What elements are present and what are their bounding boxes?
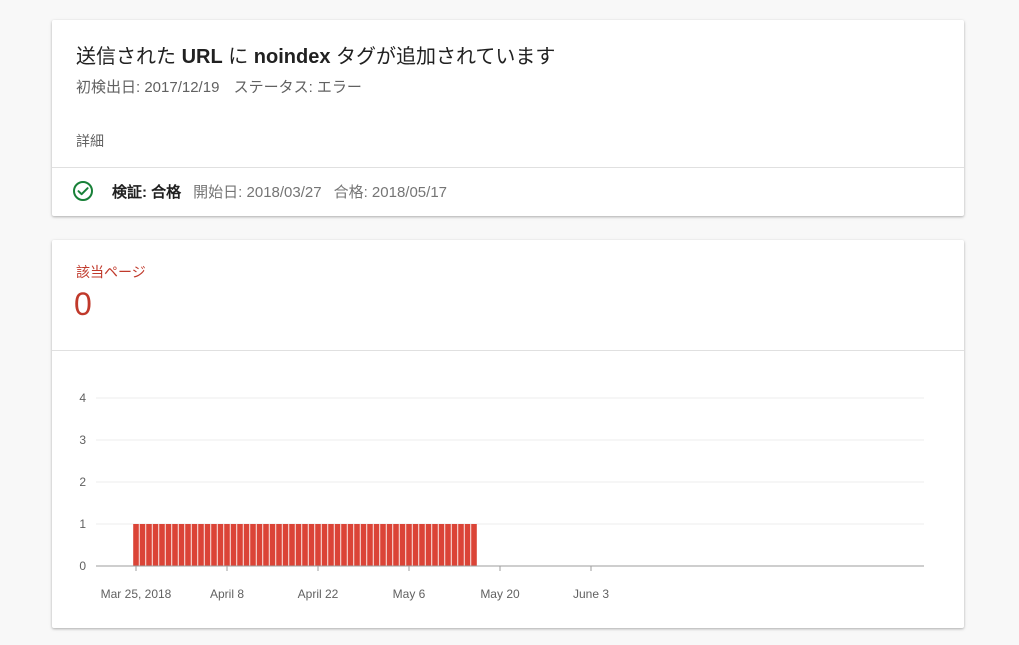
chart-bar[interactable] (198, 524, 204, 566)
y-tick-label: 2 (79, 475, 86, 489)
first-detected: 初検出日: 2017/12/19 (76, 79, 220, 96)
check-circle-icon (72, 180, 94, 202)
chart-bar[interactable] (386, 524, 393, 566)
affected-pages-label: 該当ページ (76, 264, 146, 280)
chart-bar[interactable] (347, 524, 354, 566)
chart-bar[interactable] (224, 524, 230, 566)
validation-label: 検証: 合格 (112, 183, 182, 201)
issue-title-suffix: タグが追加されています (330, 46, 556, 68)
chart-bar[interactable] (295, 524, 302, 566)
y-tick-label: 4 (79, 391, 86, 405)
chart-bar[interactable] (445, 524, 451, 566)
validation-row: 検証: 合格 開始日: 2018/03/27 合格: 2018/05/17 (72, 180, 447, 202)
chart-bar[interactable] (133, 524, 139, 566)
chart-bar[interactable] (276, 524, 282, 566)
y-tick-label: 1 (79, 517, 86, 531)
validation-passed-date: 合格: 2018/05/17 (333, 183, 448, 201)
chart-bar[interactable] (341, 524, 347, 566)
chart-bar[interactable] (282, 524, 289, 566)
issue-title-url: URL (181, 46, 223, 68)
chart-bar[interactable] (172, 524, 178, 566)
chart-bar[interactable] (393, 524, 399, 566)
issue-meta: 初検出日: 2017/12/19 ステータス: エラー (76, 76, 362, 97)
x-tick-label: June 3 (573, 587, 609, 601)
chart-bar[interactable] (406, 524, 412, 566)
y-tick-label: 3 (79, 433, 86, 447)
chart-bar[interactable] (321, 524, 328, 566)
chart-bar[interactable] (373, 524, 380, 566)
chart-bar[interactable] (464, 524, 471, 566)
x-tick-label: April 22 (298, 587, 339, 601)
chart-bar[interactable] (354, 524, 360, 566)
chart-bar[interactable] (419, 524, 425, 566)
chart-bar[interactable] (256, 524, 263, 566)
x-tick-label: April 8 (210, 587, 244, 601)
chart-bar[interactable] (165, 524, 172, 566)
chart-bar[interactable] (289, 524, 295, 566)
chart-bar[interactable] (178, 524, 185, 566)
chart-bar[interactable] (185, 524, 191, 566)
chart-bar[interactable] (451, 524, 458, 566)
issue-title: 送信された URL に noindex タグが追加されています (76, 40, 555, 69)
chart-bar[interactable] (360, 524, 367, 566)
chart-bar[interactable] (230, 524, 237, 566)
chart-bar[interactable] (204, 524, 211, 566)
chart-bar[interactable] (146, 524, 152, 566)
validation-start-date: 開始日: 2018/03/27 (193, 183, 322, 201)
affected-pages-count: 0 (74, 286, 92, 322)
chart-bar[interactable] (237, 524, 243, 566)
issue-title-prefix: 送信された (76, 46, 182, 68)
chart-bar[interactable] (217, 524, 224, 566)
issue-status: ステータス: エラー (233, 79, 362, 96)
chart-bar[interactable] (380, 524, 386, 566)
issue-title-noindex: noindex (253, 46, 331, 68)
x-tick-label: May 6 (393, 587, 426, 601)
chart-bar[interactable] (243, 524, 250, 566)
affected-pages-chart: 0 1 2 3 4 Mar 25, 2018 April 8 April 22 May 6 May… (79, 391, 924, 601)
chart-bar[interactable] (191, 524, 198, 566)
chart-bar[interactable] (458, 524, 464, 566)
chart-bar[interactable] (302, 524, 308, 566)
chart-bar[interactable] (139, 524, 146, 566)
x-tick-label: May 20 (480, 587, 520, 601)
issue-title-mid: に (222, 46, 254, 68)
chart-bar[interactable] (399, 524, 406, 566)
chart-bar[interactable] (269, 524, 276, 566)
affected-pages-card: 該当ページ 0 0 1 2 3 4 Mar 25, 2018 April 8 April 22… (52, 240, 964, 628)
chart-bar[interactable] (471, 524, 477, 566)
chart-bar[interactable] (159, 524, 165, 566)
chart-bar[interactable] (152, 524, 159, 566)
x-tick-label: Mar 25, 2018 (101, 587, 172, 601)
details-link[interactable]: 詳細 (76, 131, 104, 151)
divider (52, 167, 964, 168)
chart-bar[interactable] (438, 524, 445, 566)
chart-bar[interactable] (334, 524, 341, 566)
chart-bar[interactable] (308, 524, 315, 566)
chart-bar[interactable] (412, 524, 419, 566)
chart-bar[interactable] (315, 524, 321, 566)
chart-bar[interactable] (425, 524, 432, 566)
chart-bar[interactable] (328, 524, 334, 566)
y-tick-label: 0 (79, 559, 86, 573)
chart-bar[interactable] (263, 524, 269, 566)
issue-card: 送信された URL に noindex タグが追加されています 初検出日: 20… (52, 20, 964, 216)
chart-bar[interactable] (367, 524, 373, 566)
chart-bar[interactable] (432, 524, 438, 566)
chart-bar[interactable] (211, 524, 217, 566)
chart-bar[interactable] (250, 524, 256, 566)
